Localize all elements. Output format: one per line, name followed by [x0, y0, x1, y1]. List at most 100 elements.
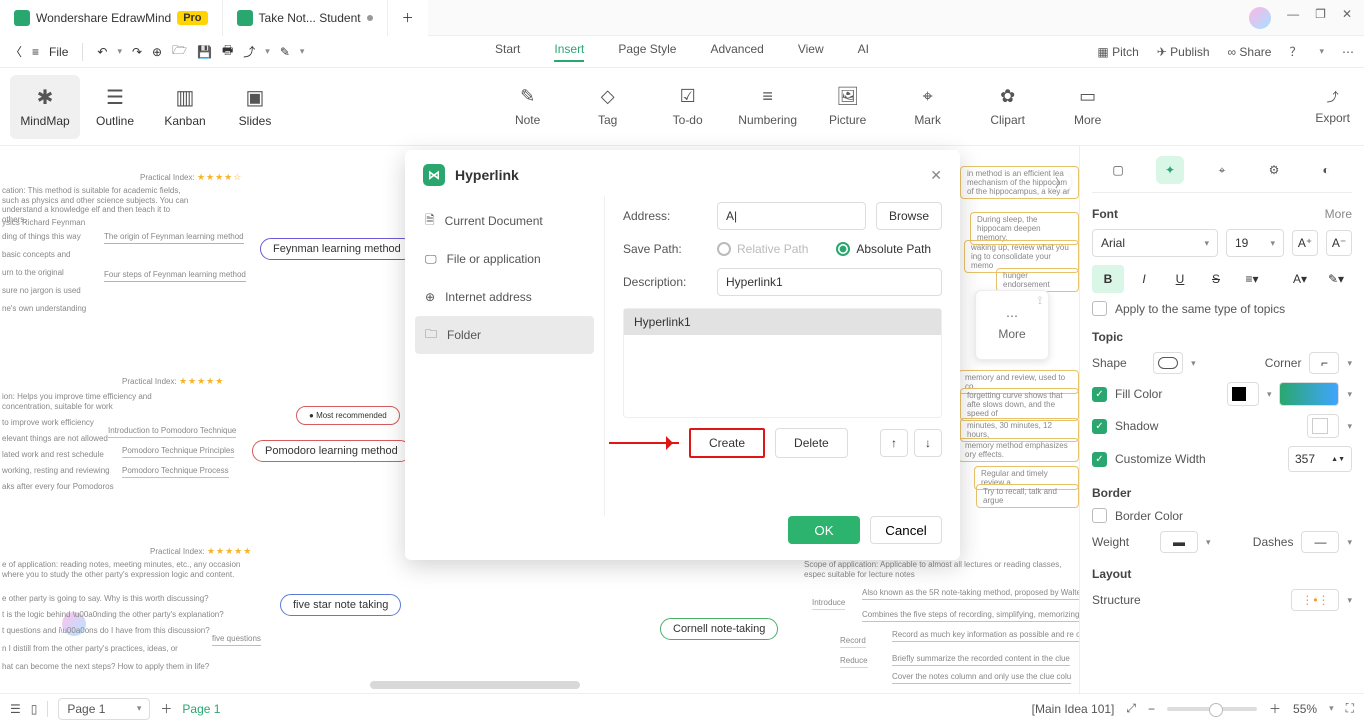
app-tab[interactable]: Wondershare EdrawMind Pro: [0, 0, 223, 36]
menu-view[interactable]: View: [798, 42, 824, 62]
zoom-value[interactable]: 55%: [1293, 702, 1317, 716]
menu-insert[interactable]: Insert: [554, 42, 584, 62]
redo-icon[interactable]: ↷: [132, 45, 142, 59]
insert-tag[interactable]: ◇Tag: [575, 86, 641, 127]
side-tab-settings-icon[interactable]: ⚙: [1260, 156, 1288, 184]
back-icon[interactable]: 〈: [10, 43, 22, 60]
border-color-checkbox[interactable]: [1092, 508, 1107, 523]
zoom-in-icon[interactable]: ＋: [1269, 700, 1281, 717]
more-popover[interactable]: ⟟ ⋯ More: [975, 290, 1049, 360]
insert-numbering[interactable]: ≡Numbering: [735, 86, 801, 127]
insert-todo[interactable]: ☑To-do: [655, 86, 721, 127]
nav-internet[interactable]: ⊕Internet address: [415, 278, 594, 316]
view-mindmap[interactable]: ✱MindMap: [10, 75, 80, 139]
share-button[interactable]: ∞ Share: [1228, 45, 1272, 59]
structure-select[interactable]: ⋮•⋮: [1291, 589, 1339, 611]
apply-same-checkbox[interactable]: [1092, 301, 1107, 316]
side-tab-time-icon[interactable]: ◐: [1312, 156, 1340, 184]
font-decrease-icon[interactable]: A⁻: [1326, 230, 1352, 256]
strike-button[interactable]: S: [1200, 265, 1232, 293]
menu-page-style[interactable]: Page Style: [618, 42, 676, 62]
highlight-button[interactable]: ✎▾: [1320, 265, 1352, 293]
pitch-button[interactable]: ▦ Pitch: [1097, 45, 1138, 59]
fullscreen-icon[interactable]: ⛶: [1346, 701, 1354, 716]
print-icon[interactable]: 🖶: [222, 41, 233, 62]
hyperlink-list[interactable]: Hyperlink1: [623, 308, 942, 418]
shadow-checkbox[interactable]: ✓: [1092, 419, 1107, 434]
node-pomodoro[interactable]: Pomodoro learning method: [252, 440, 411, 462]
ok-button[interactable]: OK: [788, 516, 860, 544]
address-input[interactable]: A|: [717, 202, 866, 230]
delete-button[interactable]: Delete: [775, 428, 848, 458]
pin-icon[interactable]: ⟟: [1038, 295, 1042, 308]
export-icon[interactable]: ⤴: [243, 43, 255, 60]
new-icon[interactable]: ⊕: [152, 45, 162, 59]
panel-toggle-icon[interactable]: ▯: [31, 702, 38, 716]
page-dropdown[interactable]: Page 1▾: [58, 698, 150, 720]
nav-file-or-app[interactable]: 🖵File or application: [415, 240, 594, 278]
publish-button[interactable]: ✈ Publish: [1157, 45, 1210, 59]
side-tab-mark-icon[interactable]: ⌖: [1208, 156, 1236, 184]
nav-current-document[interactable]: 🗎Current Document: [415, 202, 594, 240]
nav-folder[interactable]: 🗀Folder: [415, 316, 594, 354]
corner-select[interactable]: ⌐: [1309, 352, 1339, 374]
menu-ai[interactable]: AI: [858, 42, 869, 62]
file-menu[interactable]: File: [49, 45, 68, 59]
italic-button[interactable]: I: [1128, 265, 1160, 293]
zoom-slider[interactable]: [1167, 707, 1257, 711]
bold-button[interactable]: B: [1092, 265, 1124, 293]
document-tab[interactable]: Take Not... Student: [223, 0, 388, 36]
view-kanban[interactable]: ▥Kanban: [150, 75, 220, 139]
create-button[interactable]: Create: [689, 428, 765, 458]
fit-icon[interactable]: ⤢: [1126, 701, 1136, 716]
edit-icon[interactable]: ✎: [280, 45, 290, 59]
add-page-icon[interactable]: ＋: [160, 700, 172, 717]
custom-width-checkbox[interactable]: ✓: [1092, 452, 1107, 467]
node-five-star[interactable]: five star note taking: [280, 594, 401, 616]
font-increase-icon[interactable]: A⁺: [1292, 230, 1318, 256]
custom-width-input[interactable]: 357▲▼: [1288, 446, 1352, 472]
insert-more[interactable]: ▭More: [1055, 86, 1121, 127]
underline-button[interactable]: U: [1164, 265, 1196, 293]
user-avatar[interactable]: [1249, 7, 1271, 29]
absolute-path-radio[interactable]: [836, 242, 850, 256]
maximize-icon[interactable]: ❐: [1315, 7, 1326, 29]
menu-start[interactable]: Start: [495, 42, 520, 62]
help-icon[interactable]: ？: [1289, 43, 1301, 60]
dashes-select[interactable]: —: [1301, 531, 1339, 553]
weight-select[interactable]: ▬: [1160, 531, 1198, 553]
hyperlink-list-item[interactable]: Hyperlink1: [624, 309, 941, 335]
close-window-icon[interactable]: ✕: [1342, 7, 1352, 29]
font-color-button[interactable]: A▾: [1284, 265, 1316, 293]
description-input[interactable]: Hyperlink1: [717, 268, 942, 296]
export-button[interactable]: ⤴Export: [1315, 88, 1350, 125]
node-cornell[interactable]: Cornell note-taking: [660, 618, 778, 640]
open-icon[interactable]: 🗁: [172, 41, 187, 62]
canvas-scrollbar-horizontal[interactable]: [370, 681, 580, 689]
align-button[interactable]: ≡▾: [1236, 265, 1268, 293]
font-more-link[interactable]: More: [1325, 207, 1352, 221]
insert-note[interactable]: ✎Note: [495, 86, 561, 127]
dialog-close-icon[interactable]: ✕: [930, 167, 942, 184]
font-size-select[interactable]: 19▾: [1226, 229, 1284, 257]
outline-toggle-icon[interactable]: ☰: [10, 702, 21, 716]
menu-icon[interactable]: ≡: [32, 45, 39, 59]
fill-color-checkbox[interactable]: ✓: [1092, 387, 1107, 402]
side-tab-ai-icon[interactable]: ✦: [1156, 156, 1184, 184]
minimize-icon[interactable]: —: [1287, 7, 1299, 29]
view-outline[interactable]: ☰Outline: [80, 75, 150, 139]
insert-clipart[interactable]: ✿Clipart: [975, 86, 1041, 127]
browse-button[interactable]: Browse: [876, 202, 942, 230]
fill-color-swatch[interactable]: [1227, 382, 1259, 406]
font-family-select[interactable]: Arial▾: [1092, 229, 1218, 257]
insert-picture[interactable]: 🖼Picture: [815, 86, 881, 127]
node-feynman[interactable]: Feynman learning method: [260, 238, 414, 260]
current-page-label[interactable]: Page 1: [182, 702, 220, 716]
undo-icon[interactable]: ↶: [97, 45, 107, 59]
view-slides[interactable]: ▣Slides: [220, 75, 290, 139]
move-up-icon[interactable]: ↑: [880, 429, 908, 457]
side-tab-style-icon[interactable]: ▢: [1104, 156, 1132, 184]
shadow-color-swatch[interactable]: [1307, 414, 1339, 438]
cancel-button[interactable]: Cancel: [870, 516, 942, 544]
new-tab-button[interactable]: ＋: [388, 0, 428, 36]
